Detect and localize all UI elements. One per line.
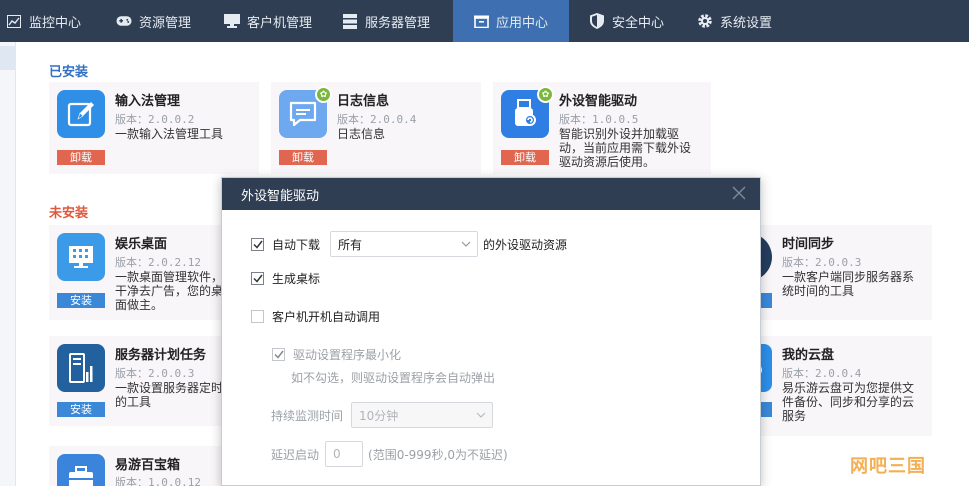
app-version: 版本：1.0.0.12 — [115, 476, 201, 486]
peripheral-driver-dialog: 外设智能驱动 自动下载 所有 的外设驱动资源 生成桌标 客户机开机自动调用 驱动… — [221, 177, 761, 486]
uninstall-button[interactable]: 卸载 — [279, 150, 327, 165]
monitor-duration-row: 持续监测时间 10分钟 — [271, 402, 494, 428]
minimize-checkbox[interactable] — [272, 348, 285, 361]
nav-security-center[interactable]: 安全中心 — [569, 0, 683, 42]
auto-download-checkbox[interactable] — [251, 237, 264, 251]
gear-icon — [697, 13, 713, 29]
install-button[interactable]: 安装 — [57, 293, 105, 308]
server-icon — [342, 13, 358, 29]
check-icon — [252, 274, 263, 283]
app-description: 一款设置服务器定时的工具 — [115, 381, 224, 409]
app-version: 版本：2.0.0.4 — [337, 113, 417, 126]
app-card-input-method[interactable]: 卸载 输入法管理 版本：2.0.0.2 一款输入法管理工具 — [49, 82, 259, 174]
minimize-label: 驱动设置程序最小化 — [293, 348, 402, 362]
toolbox-icon — [57, 454, 105, 486]
uninstall-button[interactable]: 卸载 — [501, 150, 549, 165]
nav-label: 资源管理 — [139, 15, 192, 31]
create-shortcut-label: 生成桌标 — [272, 272, 321, 286]
desktop-icon — [224, 13, 240, 29]
app-version: 版本：2.0.0.3 — [782, 256, 862, 269]
chevron-down-icon — [476, 412, 486, 418]
auto-download-label: 自动下载 — [272, 237, 321, 252]
monitor-chart-icon — [6, 13, 22, 29]
app-description: 一款输入法管理工具 — [115, 127, 224, 141]
update-gear-icon: ✿ — [315, 86, 332, 103]
app-name: 时间同步 — [782, 237, 835, 252]
nav-server-management[interactable]: 服务器管理 — [336, 0, 453, 42]
check-icon — [252, 240, 263, 249]
nav-app-center[interactable]: 应用中心 — [453, 0, 569, 42]
delay-hint: (范围0-999秒,0为不延迟) — [368, 447, 508, 462]
close-icon[interactable] — [730, 184, 748, 202]
app-description: 易乐游云盘可为您提供文件备份、同步和分享的云服务 — [782, 381, 915, 423]
monitor-label: 持续监测时间 — [271, 408, 344, 423]
app-name: 服务器计划任务 — [115, 348, 207, 363]
app-name: 外设智能驱动 — [559, 94, 638, 109]
app-name: 易游百宝箱 — [115, 458, 181, 473]
desktop-grid-icon — [57, 233, 105, 281]
dialog-header: 外设智能驱动 — [222, 178, 760, 210]
nav-resource-management[interactable]: 资源管理 — [110, 0, 218, 42]
nav-label: 安全中心 — [612, 15, 665, 31]
check-icon — [273, 350, 284, 359]
create-shortcut-checkbox[interactable] — [251, 272, 264, 285]
app-name: 我的云盘 — [782, 348, 835, 363]
delay-input[interactable]: 0 — [325, 441, 364, 467]
app-card-log-info[interactable]: ✿ 卸载 日志信息 版本：2.0.0.4 日志信息 — [271, 82, 481, 174]
auto-download-row: 自动下载 所有 的外设驱动资源 — [251, 231, 567, 257]
pen-edit-icon — [57, 90, 105, 138]
delay-start-row: 延迟启动 0 (范围0-999秒,0为不延迟) — [271, 441, 508, 467]
monitor-duration-select[interactable]: 10分钟 — [351, 402, 494, 428]
app-version: 版本：2.0.2.12 — [115, 256, 201, 269]
install-button[interactable]: 安装 — [57, 402, 105, 417]
create-shortcut-row: 生成桌标 — [251, 270, 320, 287]
sidebar-selected-item[interactable] — [0, 46, 16, 70]
message-log-icon: ✿ — [279, 86, 332, 138]
app-version: 版本：2.0.0.2 — [115, 113, 195, 126]
app-description: 一款客户端同步服务器系统时间的工具 — [782, 270, 915, 298]
nav-label: 客户机管理 — [247, 15, 313, 31]
monitor-value: 10分钟 — [359, 408, 399, 423]
nav-client-management[interactable]: 客户机管理 — [218, 0, 336, 42]
delay-label: 延迟启动 — [271, 447, 320, 462]
server-chart-icon — [57, 344, 105, 392]
app-box-icon — [473, 13, 489, 29]
app-version: 版本：1.0.0.5 — [559, 113, 639, 126]
nav-label: 监控中心 — [29, 15, 82, 31]
nav-label: 应用中心 — [496, 15, 549, 31]
installed-section-title: 已安装 — [49, 65, 89, 80]
watermark-logo: 网吧三国 — [850, 456, 926, 477]
uninstalled-section-title: 未安装 — [49, 206, 89, 221]
minimize-hint: 如不勾选，则驱动设置程序会自动弹出 — [291, 371, 496, 385]
nav-label: 服务器管理 — [365, 15, 431, 31]
minimize-row: 驱动设置程序最小化 — [272, 346, 401, 363]
gamepad-icon — [116, 13, 132, 29]
auto-download-select[interactable]: 所有 — [330, 231, 479, 257]
dialog-title: 外设智能驱动 — [241, 188, 320, 204]
left-sidebar-strip — [0, 42, 16, 486]
app-description: 智能识别外设并加载驱动，当前应用需下载外设驱动资源后使用。 — [559, 127, 692, 169]
top-nav: 监控中心 资源管理 客户机管理 服务器管理 应用中心 安全中心 系统设置 — [0, 0, 969, 42]
usb-drive-icon: ✿ — [501, 86, 554, 138]
boot-call-label: 客户机开机自动调用 — [272, 310, 381, 324]
update-gear-icon: ✿ — [537, 86, 554, 103]
app-description: 日志信息 — [337, 127, 386, 141]
app-description: 一款桌面管理软件，干净去广告，您的桌面做主。 — [115, 270, 224, 312]
uninstall-button[interactable]: 卸载 — [57, 150, 105, 165]
auto-download-suffix: 的外设驱动资源 — [483, 237, 568, 252]
app-card-peripheral-driver[interactable]: ✿ 卸载 外设智能驱动 版本：1.0.0.5 智能识别外设并加载驱动，当前应用需… — [493, 82, 711, 174]
app-name: 娱乐桌面 — [115, 237, 168, 252]
nav-label: 系统设置 — [720, 15, 773, 31]
app-name: 日志信息 — [337, 94, 390, 109]
nav-monitor-center[interactable]: 监控中心 — [0, 0, 110, 42]
app-version: 版本：2.0.0.3 — [115, 367, 195, 380]
chevron-down-icon — [461, 241, 471, 247]
shield-icon — [589, 13, 605, 29]
boot-call-row: 客户机开机自动调用 — [251, 308, 380, 325]
auto-download-value: 所有 — [338, 237, 363, 252]
nav-system-settings[interactable]: 系统设置 — [683, 0, 833, 42]
app-version: 版本：2.0.0.4 — [782, 367, 862, 380]
app-name: 输入法管理 — [115, 94, 181, 109]
boot-call-checkbox[interactable] — [251, 310, 264, 323]
